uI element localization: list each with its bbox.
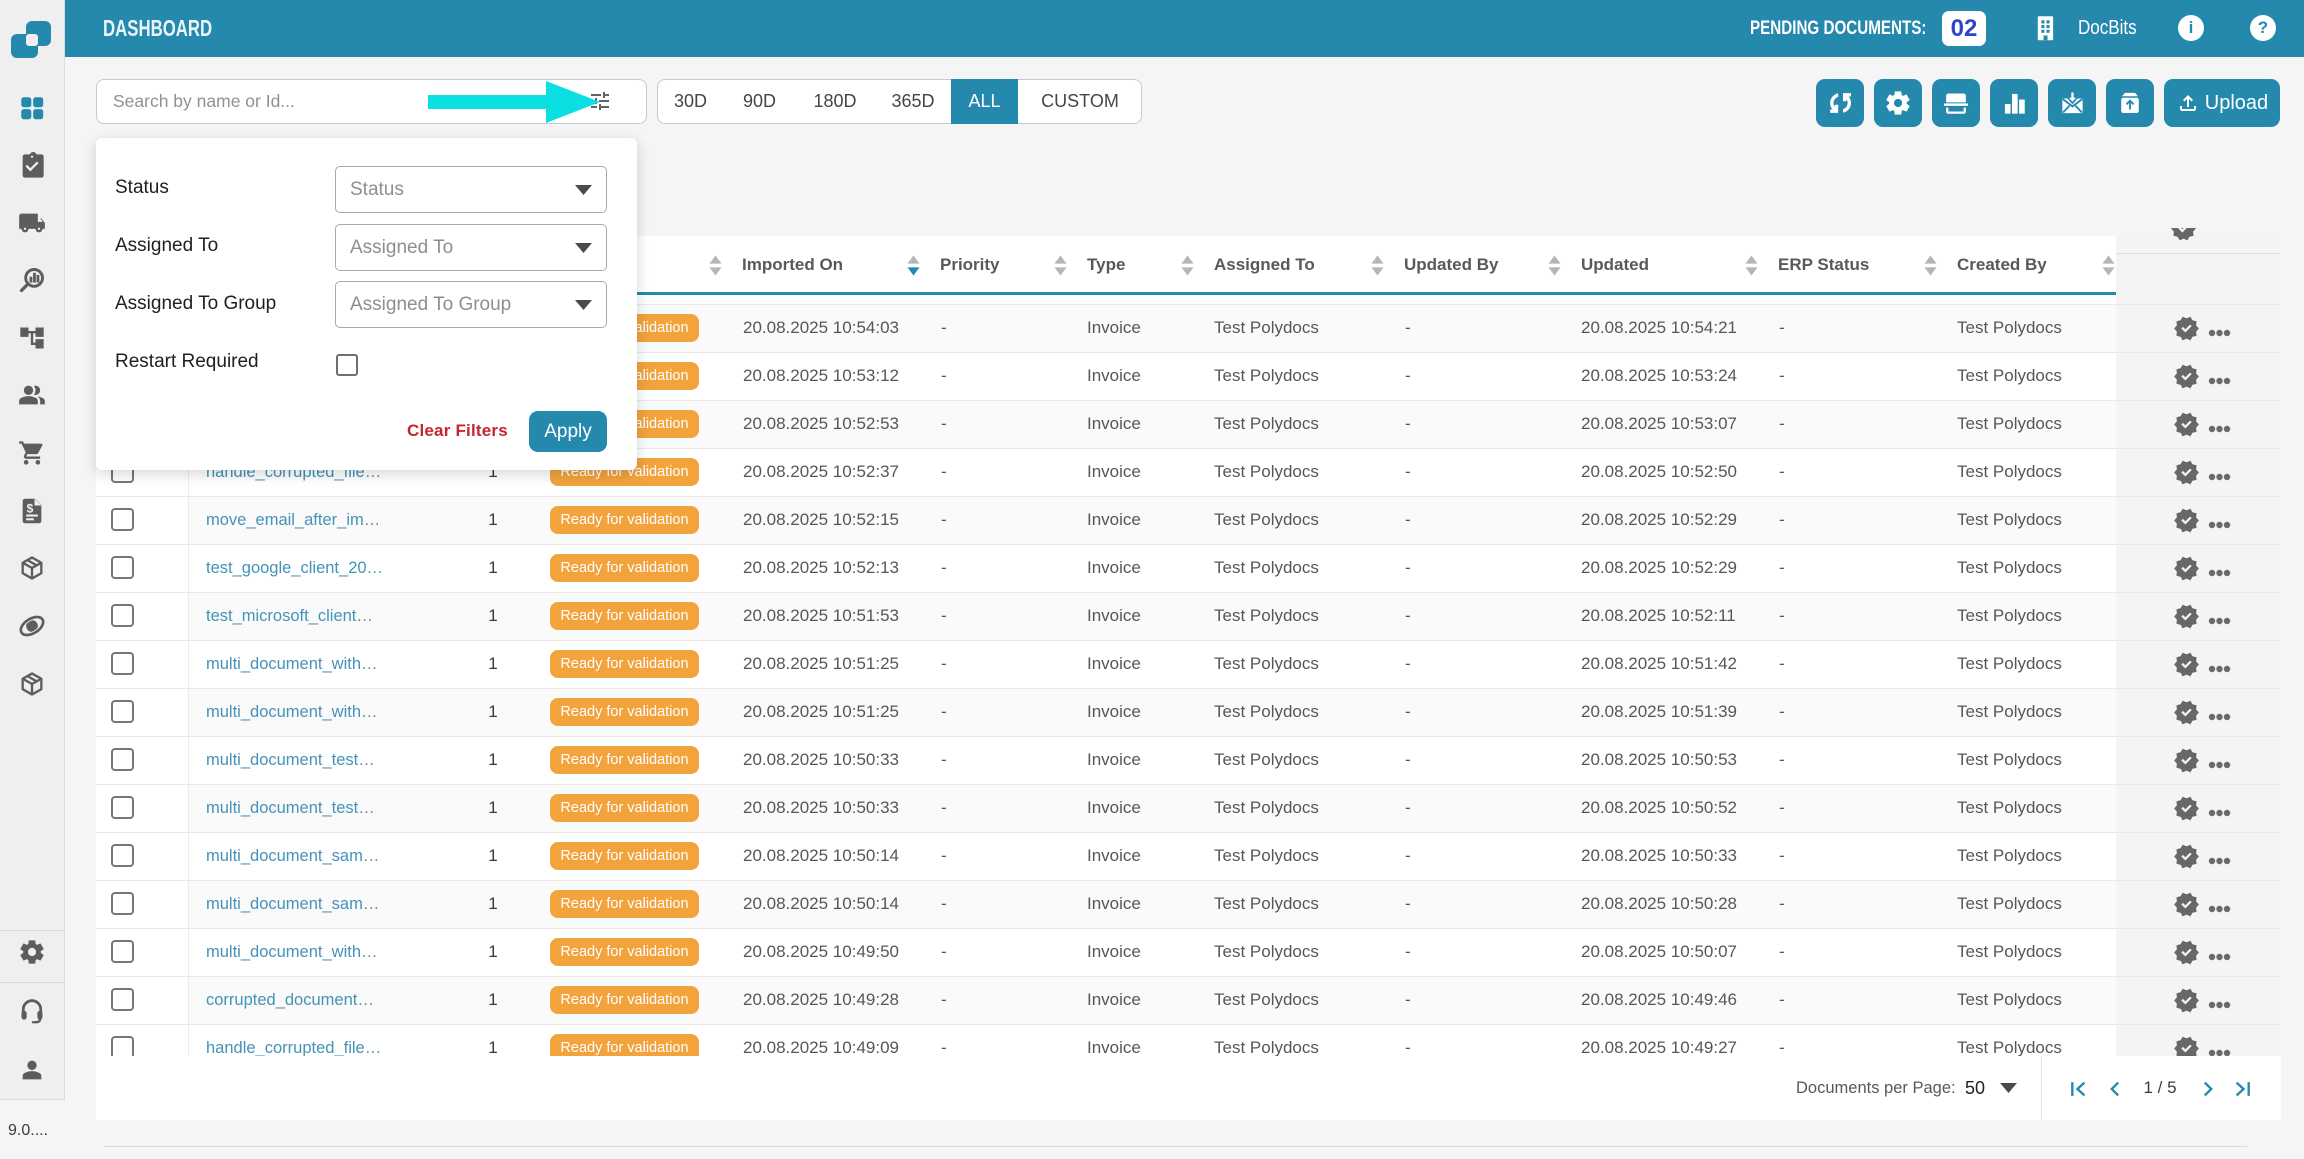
svg-text:$: $ (26, 501, 33, 515)
